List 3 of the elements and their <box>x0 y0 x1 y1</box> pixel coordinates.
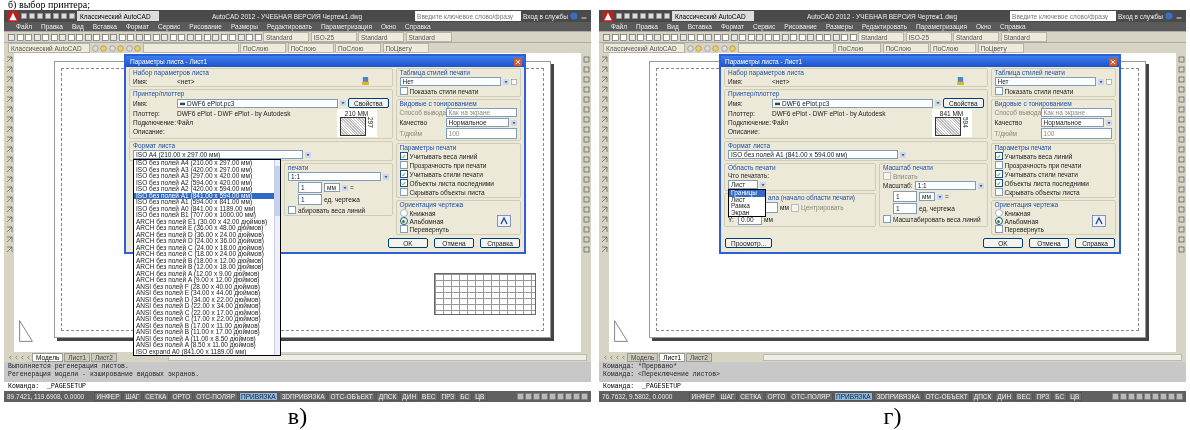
figure-caption: г) <box>883 402 902 430</box>
figure-caption: в) <box>287 402 308 430</box>
figure-caption: б) выбор принтера; <box>7 0 92 10</box>
